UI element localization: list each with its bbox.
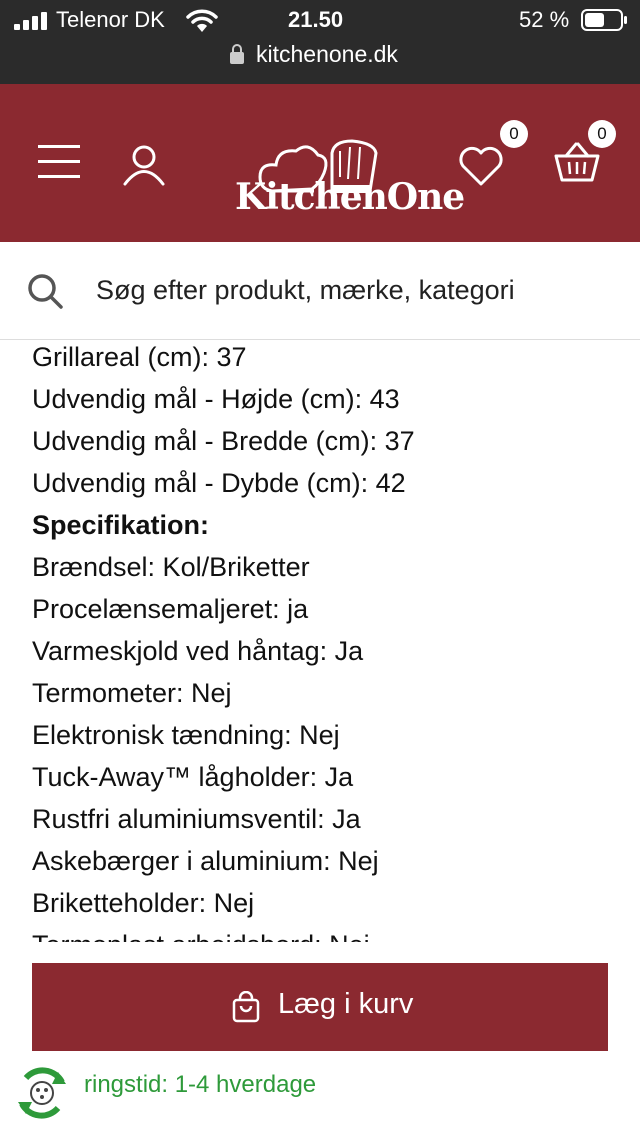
spec-line: Grillareal (cm): 37 xyxy=(32,342,247,372)
spec-item: Askebærger i aluminium: Nej xyxy=(32,846,379,876)
delivery-time-text: ringstid: 1-4 hverdage xyxy=(84,1071,317,1098)
search-input[interactable] xyxy=(96,268,616,312)
menu-icon[interactable] xyxy=(38,145,82,183)
wifi-icon xyxy=(186,9,218,32)
battery-percentage: 52 % xyxy=(519,7,570,32)
search-icon[interactable] xyxy=(26,272,64,310)
bag-icon xyxy=(232,991,260,1023)
delivery-icon xyxy=(18,1067,66,1119)
account-icon[interactable] xyxy=(122,143,166,187)
spec-item: Briketteholder: Nej xyxy=(32,888,255,918)
spec-item: Elektronisk tændning: Nej xyxy=(32,720,340,750)
spec-item: Rustfri aluminiumsventil: Ja xyxy=(32,804,361,834)
clock-time: 21.50 xyxy=(288,7,344,32)
cart-count-badge: 0 xyxy=(588,120,616,148)
status-bar: Telenor DK 21.50 52 % kitchenone.dk xyxy=(0,0,640,84)
add-to-cart-label[interactable]: Læg i kurv xyxy=(278,988,413,1021)
signal-icon xyxy=(14,12,47,30)
spec-line: Udvendig mål - Dybde (cm): 42 xyxy=(32,468,406,498)
basket-icon[interactable] xyxy=(554,142,600,184)
spec-line: Udvendig mål - Højde (cm): 43 xyxy=(32,384,400,414)
spec-item: Varmeskjold ved håntag: Ja xyxy=(32,636,364,666)
spec-heading: Specifikation: xyxy=(32,510,210,540)
carrier-name: Telenor DK xyxy=(56,7,165,32)
spec-item: Termometer: Nej xyxy=(32,678,232,708)
spec-item: Termoplast arbeidsbord: Nej xyxy=(32,924,622,942)
spec-line: Udvendig mål - Bredde (cm): 37 xyxy=(32,426,415,456)
url-text[interactable]: kitchenone.dk xyxy=(256,41,398,68)
battery-icon xyxy=(581,9,627,31)
spec-item: Procelænsemaljeret: ja xyxy=(32,594,309,624)
lock-icon xyxy=(230,44,244,64)
spec-item: Tuck-Away™ lågholder: Ja xyxy=(32,762,354,792)
wishlist-count-badge: 0 xyxy=(500,120,528,148)
heart-icon[interactable] xyxy=(458,145,504,187)
site-logo[interactable]: KitchenOne xyxy=(235,176,465,218)
product-specifications: Grillareal (cm): 37 Udvendig mål - Højde… xyxy=(32,336,622,942)
spec-item: Brændsel: Kol/Briketter xyxy=(32,552,310,582)
